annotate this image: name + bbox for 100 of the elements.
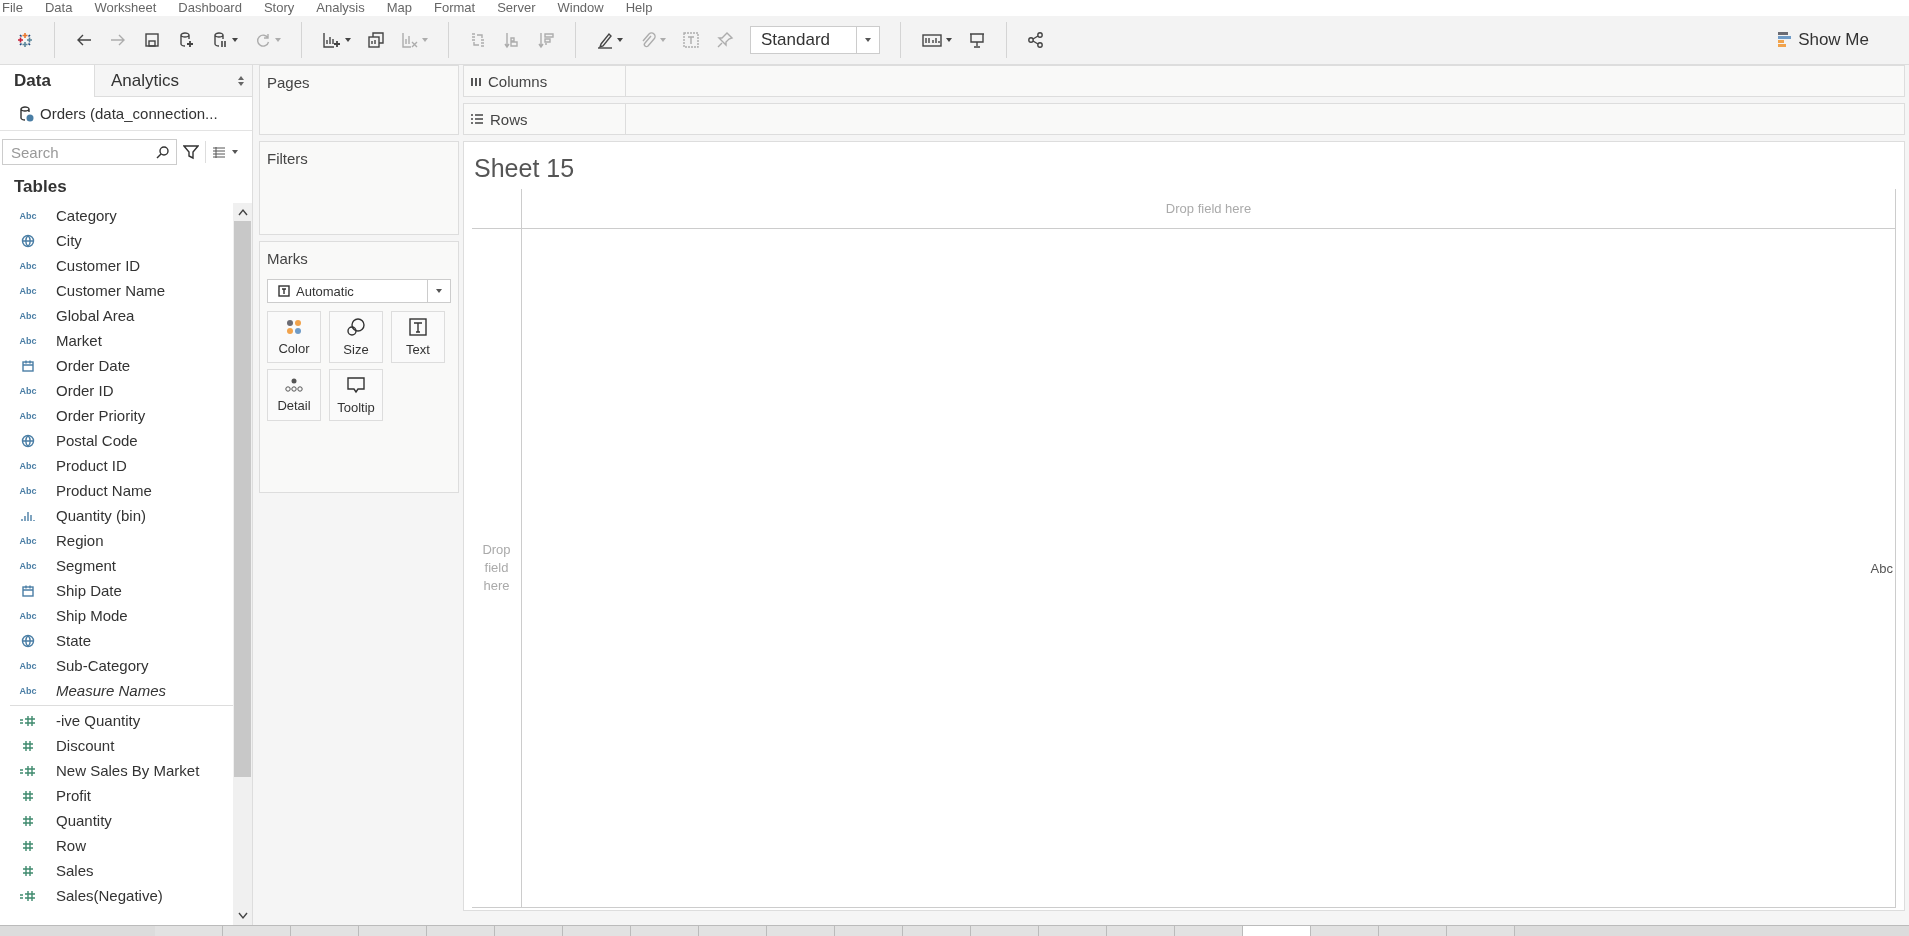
- field-item[interactable]: -ive Quantity: [0, 708, 233, 733]
- caret-icon: [422, 38, 428, 42]
- field-item[interactable]: Abc Product Name: [0, 478, 233, 503]
- field-item[interactable]: Abc Region: [0, 528, 233, 553]
- field-item[interactable]: Abc Product ID: [0, 453, 233, 478]
- filter-icon: [183, 144, 199, 160]
- mark-property-button[interactable]: Detail: [267, 369, 321, 421]
- filters-shelf[interactable]: Filters: [259, 141, 459, 235]
- field-item[interactable]: Discount: [0, 733, 233, 758]
- fit-dropdown[interactable]: Standard: [750, 26, 880, 54]
- field-item[interactable]: Abc Ship Mode: [0, 603, 233, 628]
- field-item[interactable]: Abc Customer Name: [0, 278, 233, 303]
- rows-shelf[interactable]: Rows: [463, 103, 1905, 135]
- sheet-tab[interactable]: [223, 926, 291, 936]
- sheet-tab[interactable]: [1447, 926, 1515, 936]
- globe-icon: [21, 433, 35, 448]
- pin-icon: [716, 31, 734, 49]
- sheet-tab[interactable]: [359, 926, 427, 936]
- menu-item[interactable]: Data: [44, 0, 73, 16]
- menu-item[interactable]: Analysis: [316, 0, 365, 16]
- sheet-tab[interactable]: [495, 926, 563, 936]
- data-source-name[interactable]: Orders (data_connection...: [40, 105, 218, 122]
- field-item[interactable]: Ship Date: [0, 578, 233, 603]
- sheet-tab[interactable]: [1175, 926, 1243, 936]
- menu-item[interactable]: Dashboard: [178, 0, 242, 16]
- field-item[interactable]: Profit: [0, 783, 233, 808]
- updown-icon: [238, 75, 244, 86]
- field-item[interactable]: Quantity: [0, 808, 233, 833]
- field-item[interactable]: Abc Measure Names: [0, 678, 233, 703]
- show-me-button[interactable]: Show Me: [1772, 29, 1875, 51]
- menu-item[interactable]: Worksheet: [94, 0, 157, 16]
- field-item[interactable]: Abc Market: [0, 328, 233, 353]
- calculated-hash-icon: [19, 888, 37, 903]
- field-item[interactable]: Row: [0, 833, 233, 858]
- sheet-tab[interactable]: [1243, 926, 1311, 936]
- sheet-tab[interactable]: [971, 926, 1039, 936]
- caret-icon: [660, 38, 666, 42]
- sheet-tab[interactable]: [1039, 926, 1107, 936]
- speech-bubble-icon: [346, 375, 366, 395]
- field-item[interactable]: Sales: [0, 858, 233, 883]
- caret-icon: [865, 38, 871, 42]
- scrollbar[interactable]: [233, 203, 252, 925]
- columns-shelf[interactable]: Columns: [463, 65, 1905, 97]
- sheet-tab[interactable]: [699, 926, 767, 936]
- field-item[interactable]: State: [0, 628, 233, 653]
- field-item[interactable]: Sales(Negative): [0, 883, 233, 908]
- paperclip-icon: [639, 31, 657, 49]
- search-field[interactable]: Search: [2, 139, 177, 165]
- field-item[interactable]: Abc Sub-Category: [0, 653, 233, 678]
- abc-icon: Abc: [19, 610, 37, 621]
- field-item[interactable]: Abc Segment: [0, 553, 233, 578]
- field-item[interactable]: Abc Customer ID: [0, 253, 233, 278]
- pages-shelf[interactable]: Pages: [259, 65, 459, 135]
- sheet-tab[interactable]: [631, 926, 699, 936]
- field-item[interactable]: New Sales By Market: [0, 758, 233, 783]
- sheet-tab[interactable]: [427, 926, 495, 936]
- field-item[interactable]: City: [0, 228, 233, 253]
- field-item[interactable]: Abc Global Area: [0, 303, 233, 328]
- logo-icon: [16, 31, 34, 49]
- mark-type-dropdown[interactable]: Automatic: [267, 279, 451, 303]
- mark-property-button[interactable]: Color: [267, 311, 321, 363]
- field-item[interactable]: Order Date: [0, 353, 233, 378]
- mark-property-button[interactable]: Tooltip: [329, 369, 383, 421]
- filter-button[interactable]: [183, 144, 199, 160]
- sheet-tab[interactable]: [1379, 926, 1447, 936]
- field-item[interactable]: Abc Category: [0, 203, 233, 228]
- hash-icon: [21, 838, 35, 853]
- field-item[interactable]: Quantity (bin): [0, 503, 233, 528]
- menu-item[interactable]: File: [2, 0, 23, 16]
- sheet-tab[interactable]: [1311, 926, 1379, 936]
- menu-item[interactable]: Help: [625, 0, 653, 16]
- hash-icon: [21, 738, 35, 753]
- panel-tab[interactable]: Analytics: [93, 65, 252, 97]
- menu-item[interactable]: Server: [497, 0, 536, 16]
- sheet-tab[interactable]: [1107, 926, 1175, 936]
- field-item[interactable]: Abc Order Priority: [0, 403, 233, 428]
- sheet-tab[interactable]: [767, 926, 835, 936]
- menu-item[interactable]: Format: [434, 0, 476, 16]
- sheet-tab[interactable]: [563, 926, 631, 936]
- sheet-tab[interactable]: [903, 926, 971, 936]
- chart-plus-icon: [322, 31, 342, 49]
- menu-item[interactable]: Window: [557, 0, 604, 16]
- abc-icon: Abc: [19, 335, 37, 346]
- sheet-tab[interactable]: [155, 926, 223, 936]
- menu-item[interactable]: Map: [386, 0, 412, 16]
- text-label-icon: [682, 31, 700, 49]
- field-item[interactable]: Postal Code: [0, 428, 233, 453]
- mark-property-button[interactable]: Size: [329, 311, 383, 363]
- sheet-tab[interactable]: [291, 926, 359, 936]
- menu-item[interactable]: Story: [263, 0, 295, 16]
- cards-icon: [921, 31, 943, 49]
- view-options-button[interactable]: [212, 146, 238, 158]
- calculated-hash-icon: [19, 763, 37, 778]
- database-icon: [18, 105, 34, 122]
- abc-icon: Abc: [19, 685, 37, 696]
- color-dots-icon: [285, 318, 303, 336]
- mark-property-button[interactable]: Text: [391, 311, 445, 363]
- sort-descending-icon: [537, 31, 555, 49]
- sheet-tab[interactable]: [835, 926, 903, 936]
- field-item[interactable]: Abc Order ID: [0, 378, 233, 403]
